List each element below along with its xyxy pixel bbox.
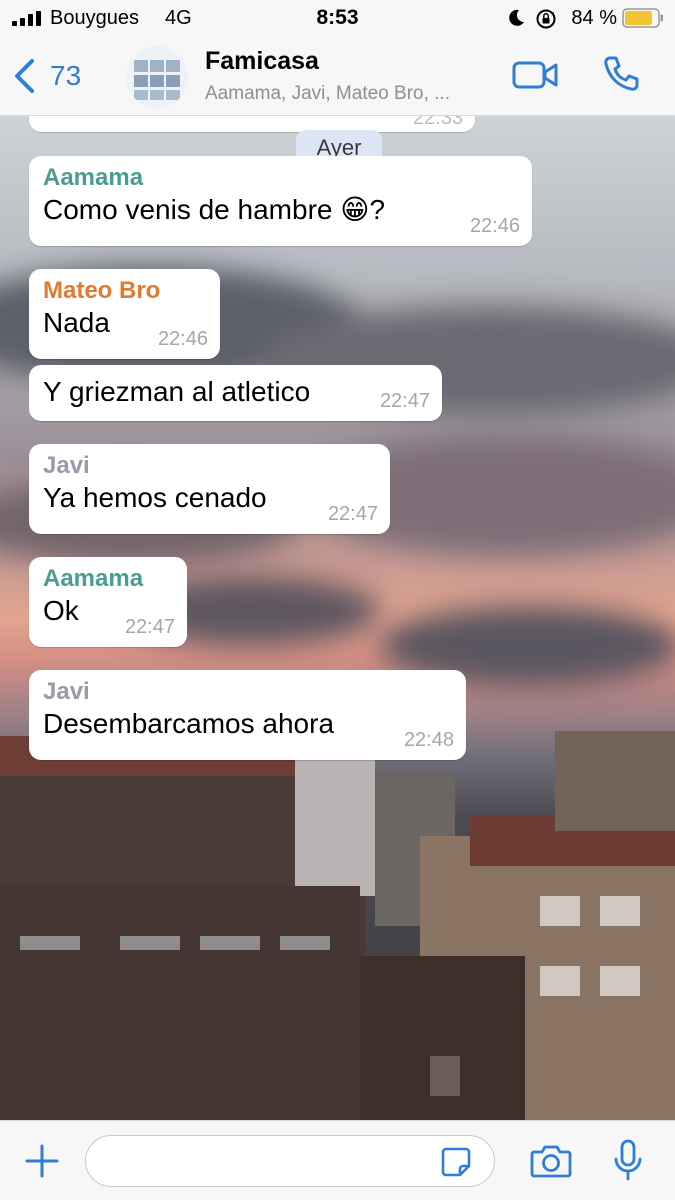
message-bubble[interactable]: Y griezman al atletico 22:47 [29,365,442,421]
message-list[interactable]: 22:33 Ayer Aamama Como venis de hambre 😁… [0,102,675,1120]
chat-participants[interactable]: Aamama, Javi, Mateo Bro, ... [205,83,495,105]
message-input-bar [0,1120,675,1200]
back-chevron-icon [15,59,34,93]
message-bubble[interactable]: Javi Ya hemos cenado 22:47 [29,444,390,534]
plus-icon[interactable] [24,1143,60,1179]
message-bubble[interactable]: Mateo Bro Nada 22:46 [29,269,220,359]
message-text: Como venis de hambre 😁? [43,192,518,228]
message-timestamp: 22:47 [124,616,175,638]
message-sender[interactable]: Aamama [43,565,173,593]
calendar-thumbnail-icon [126,46,188,108]
message-text-content: Como venis de hambre 😁? [43,194,386,225]
message-text: Y griezman al atletico [43,376,311,407]
message-sender[interactable]: Mateo Bro [43,277,206,305]
status-bar: Bouygues 4G 8:53 84 % [0,0,675,38]
chat-header: 73 Famicasa Aamama, Javi, Mateo Bro, ... [0,38,675,116]
message-timestamp: 22:47 [327,503,378,525]
message-timestamp: 22:46 [157,328,208,350]
message-bubble[interactable]: Javi Desembarcamos ahora 22:48 [29,670,466,760]
message-timestamp: 22:46 [469,215,520,237]
message-timestamp: 22:48 [403,729,454,751]
battery-icon [622,8,663,28]
message-text: Desembarcamos ahora [43,708,335,739]
message-bubble[interactable]: Aamama Como venis de hambre 😁? 22:46 [29,156,532,246]
camera-icon[interactable] [530,1143,572,1179]
sticker-icon[interactable] [440,1146,472,1178]
group-avatar[interactable] [126,46,188,108]
chat-title[interactable]: Famicasa [205,47,319,76]
rotation-lock-icon [536,9,556,29]
video-camera-icon[interactable] [512,58,558,92]
phone-icon[interactable] [601,54,641,94]
back-button[interactable]: 73 [12,56,81,96]
unread-count: 73 [50,60,82,91]
message-timestamp: 22:47 [379,390,430,412]
message-text: Ya hemos cenado [43,482,267,513]
message-sender[interactable]: Javi [43,678,452,706]
battery-percent: 84 % [571,7,617,29]
moon-icon [509,9,524,26]
message-input[interactable] [85,1135,495,1187]
message-sender[interactable]: Javi [43,452,376,480]
message-bubble[interactable]: Aamama Ok 22:47 [29,557,187,647]
message-sender[interactable]: Aamama [43,164,518,192]
microphone-icon[interactable] [612,1139,644,1183]
